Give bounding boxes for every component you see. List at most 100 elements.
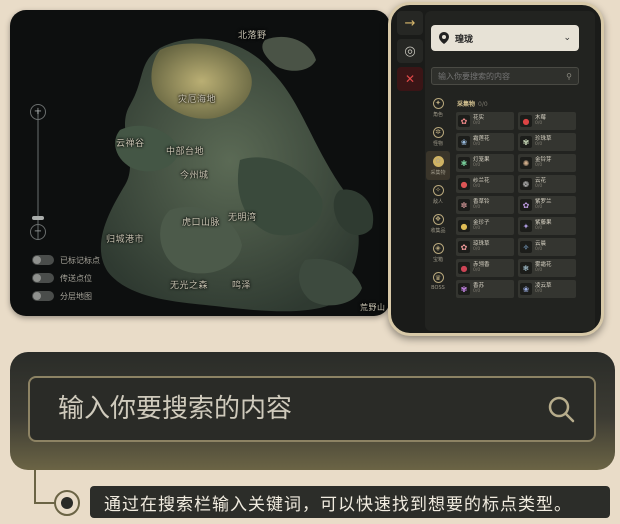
collectible-item[interactable]: ✾ 珍珠草 0/0 xyxy=(518,133,576,151)
collectible-item[interactable]: ● 赤翎香 0/0 xyxy=(456,259,514,277)
collectible-item[interactable]: ✿ 花实 0/0 xyxy=(456,112,514,130)
category-item[interactable]: ✧ 敌人 xyxy=(426,180,450,209)
collectible-item[interactable]: ✧ 云晨 0/0 xyxy=(518,238,576,256)
category-item-active[interactable]: ✿ 采集物 xyxy=(426,151,450,180)
collectible-icon: ● xyxy=(520,115,532,127)
panel-search-box[interactable]: ⚲ xyxy=(431,67,579,85)
collectible-text: 云晨 0/0 xyxy=(535,241,546,253)
collectible-item[interactable]: ❀ 凌云草 0/0 xyxy=(518,280,576,298)
place-label[interactable]: 今州城 xyxy=(180,168,209,181)
collectible-icon: ❀ xyxy=(520,283,532,295)
collectible-icon: ✺ xyxy=(520,157,532,169)
category-item[interactable]: ◈ 宝箱 xyxy=(426,238,450,267)
collectible-text: 云花 0/0 xyxy=(535,178,546,190)
category-icon: ❖ xyxy=(432,213,444,225)
map-terrain[interactable] xyxy=(10,10,390,316)
collectible-count: 0/0 xyxy=(473,142,481,147)
map-card[interactable]: 北落野 灾厄海地 云禅谷 中部台地 今州城 虎口山脉 无明湾 归城港市 无光之森… xyxy=(10,10,390,316)
big-search-box[interactable] xyxy=(28,376,596,442)
collectible-count: 0/0 xyxy=(473,289,481,294)
bullet-dot-icon xyxy=(54,490,80,516)
place-label[interactable]: 归城港市 xyxy=(106,232,144,245)
category-icon: ✦ xyxy=(432,97,444,109)
category-item[interactable]: ♛ BOSS xyxy=(426,267,450,296)
items-area: 采集物 0/0 ✿ 花实 0/0 ● 木莓 0/0 ❀ 霜莲花 0/0 ✾ 珍珠草 0/0 ✱ 灯笼果 0/0… xyxy=(453,93,595,331)
collectible-text: 雾霜花 0/0 xyxy=(535,262,552,274)
place-label[interactable]: 北落野 xyxy=(238,28,267,41)
collectible-item[interactable]: ❁ 云花 0/0 xyxy=(518,175,576,193)
zoom-slider-track[interactable] xyxy=(37,110,39,240)
search-icon[interactable] xyxy=(546,394,576,424)
collectible-text: 花实 0/0 xyxy=(473,115,484,127)
place-label[interactable]: 虎口山脉 xyxy=(182,215,220,228)
zoom-in-button[interactable]: + xyxy=(30,104,46,120)
collectible-count: 0/0 xyxy=(473,121,481,126)
place-label[interactable]: 无光之森 xyxy=(170,278,208,291)
hide-eye-icon[interactable]: ◎ xyxy=(397,39,423,63)
collectible-count: 0/0 xyxy=(535,226,543,231)
close-icon[interactable]: ✕ xyxy=(397,67,423,91)
collectible-item[interactable]: ✦ 紫藤果 0/0 xyxy=(518,217,576,235)
search-icon[interactable]: ⚲ xyxy=(566,72,572,81)
panel-search-input[interactable] xyxy=(438,71,567,81)
collectible-count: 0/0 xyxy=(473,184,481,189)
region-value: 瑝珑 xyxy=(455,34,474,45)
filter-panel-frame: → ◎ ✕ 瑝珑 ⌄ ⚲ ✦ 角色 ✲ 怪物 ✿ xyxy=(388,2,604,336)
place-label[interactable]: 荒野山 xyxy=(360,302,386,313)
category-label: 宝箱 xyxy=(432,256,443,263)
collectible-count: 0/0 xyxy=(535,142,543,147)
place-label[interactable]: 鸣泽 xyxy=(232,278,251,291)
collectible-icon: ✱ xyxy=(458,157,470,169)
collectible-item[interactable]: ❄ 雾霜花 0/0 xyxy=(518,259,576,277)
category-item[interactable]: ❖ 收集品 xyxy=(426,209,450,238)
collectible-icon: ✾ xyxy=(458,283,470,295)
collectible-text: 珍珠草 0/0 xyxy=(535,136,552,148)
collectible-count: 0/0 xyxy=(535,163,543,168)
collectible-item[interactable]: ● 木莓 0/0 xyxy=(518,112,576,130)
collectible-item[interactable]: ✾ 香苏 0/0 xyxy=(456,280,514,298)
category-label: 收集品 xyxy=(430,227,446,234)
collectible-icon: ❁ xyxy=(520,178,532,190)
place-label[interactable]: 云禅谷 xyxy=(116,136,145,149)
zoom-slider-handle[interactable] xyxy=(32,216,44,220)
toggle-switch[interactable] xyxy=(32,273,54,283)
collectible-item[interactable]: ✿ 琼珠草 0/0 xyxy=(456,238,514,256)
collectible-item[interactable]: ✱ 灯笼果 0/0 xyxy=(456,154,514,172)
toggle-marked-points[interactable]: 已标记标点 xyxy=(32,254,100,266)
toggle-switch[interactable] xyxy=(32,255,54,265)
category-list: ✦ 角色 ✲ 怪物 ✿ 采集物 ✧ 敌人 ❖ 收集品 ◈ 宝箱 ♛ BOSS xyxy=(425,93,451,331)
category-icon: ✿ xyxy=(432,155,444,167)
toggle-layered-map[interactable]: 分层地图 xyxy=(32,290,92,302)
item-grid: ✿ 花实 0/0 ● 木莓 0/0 ❀ 霜莲花 0/0 ✾ 珍珠草 0/0 ✱ 灯笼果 0/0 ✺ 金铃芽 0/0… xyxy=(453,112,595,298)
toggle-teleport-points[interactable]: 传送点位 xyxy=(32,272,92,284)
collectible-icon: ✿ xyxy=(458,115,470,127)
big-search-input[interactable] xyxy=(58,394,546,424)
category-label: 怪物 xyxy=(432,140,443,147)
collectible-count: 0/0 xyxy=(473,205,481,210)
items-header: 采集物 0/0 xyxy=(457,99,595,108)
category-item[interactable]: ✦ 角色 xyxy=(426,93,450,122)
collapse-arrow-icon[interactable]: → xyxy=(397,11,423,35)
category-item[interactable]: ✲ 怪物 xyxy=(426,122,450,151)
place-label[interactable]: 灾厄海地 xyxy=(178,92,216,105)
place-label[interactable]: 中部台地 xyxy=(166,144,204,157)
collectible-item[interactable]: ❀ 霜莲花 0/0 xyxy=(456,133,514,151)
collectible-item[interactable]: ✽ 香草铃 0/0 xyxy=(456,196,514,214)
panel-rail: → ◎ ✕ xyxy=(397,11,423,93)
place-label[interactable]: 无明湾 xyxy=(228,210,257,223)
collectible-item[interactable]: ✺ 金铃芽 0/0 xyxy=(518,154,576,172)
zoom-out-button[interactable]: − xyxy=(30,224,46,240)
category-icon: ✧ xyxy=(432,184,444,196)
connector-line xyxy=(34,470,36,504)
category-icon: ◈ xyxy=(432,242,444,254)
collectible-item[interactable]: ● 金珍子 0/0 xyxy=(456,217,514,235)
toggle-label: 分层地图 xyxy=(60,291,92,301)
collectible-item[interactable]: ✿ 紫罗兰 0/0 xyxy=(518,196,576,214)
category-label: BOSS xyxy=(431,285,445,291)
region-dropdown[interactable]: 瑝珑 ⌄ xyxy=(431,25,579,51)
collectible-count: 0/0 xyxy=(473,226,481,231)
toggle-switch[interactable] xyxy=(32,291,54,301)
chevron-down-icon: ⌄ xyxy=(563,33,571,43)
collectible-count: 0/0 xyxy=(473,247,481,252)
collectible-item[interactable]: ● 纱兰花 0/0 xyxy=(456,175,514,193)
